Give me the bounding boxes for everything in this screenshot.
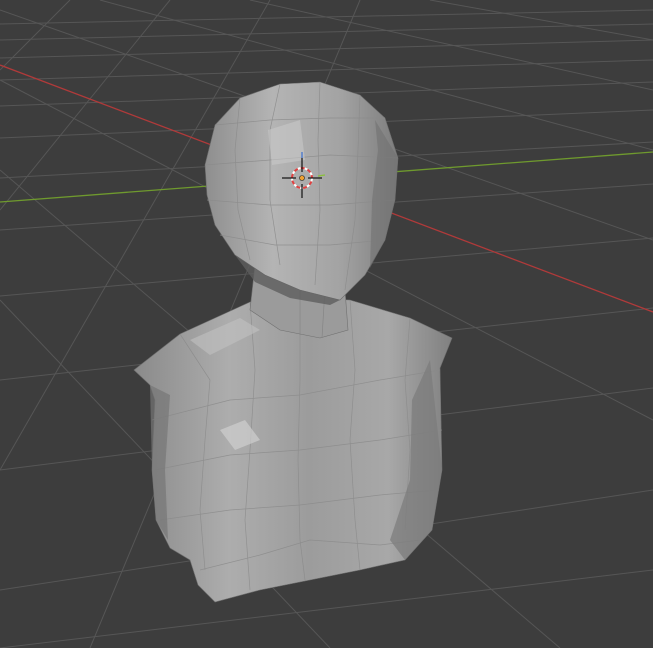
3d-viewport[interactable] bbox=[0, 0, 653, 648]
bust-mesh[interactable] bbox=[133, 81, 453, 603]
viewport-canvas[interactable] bbox=[0, 0, 653, 648]
